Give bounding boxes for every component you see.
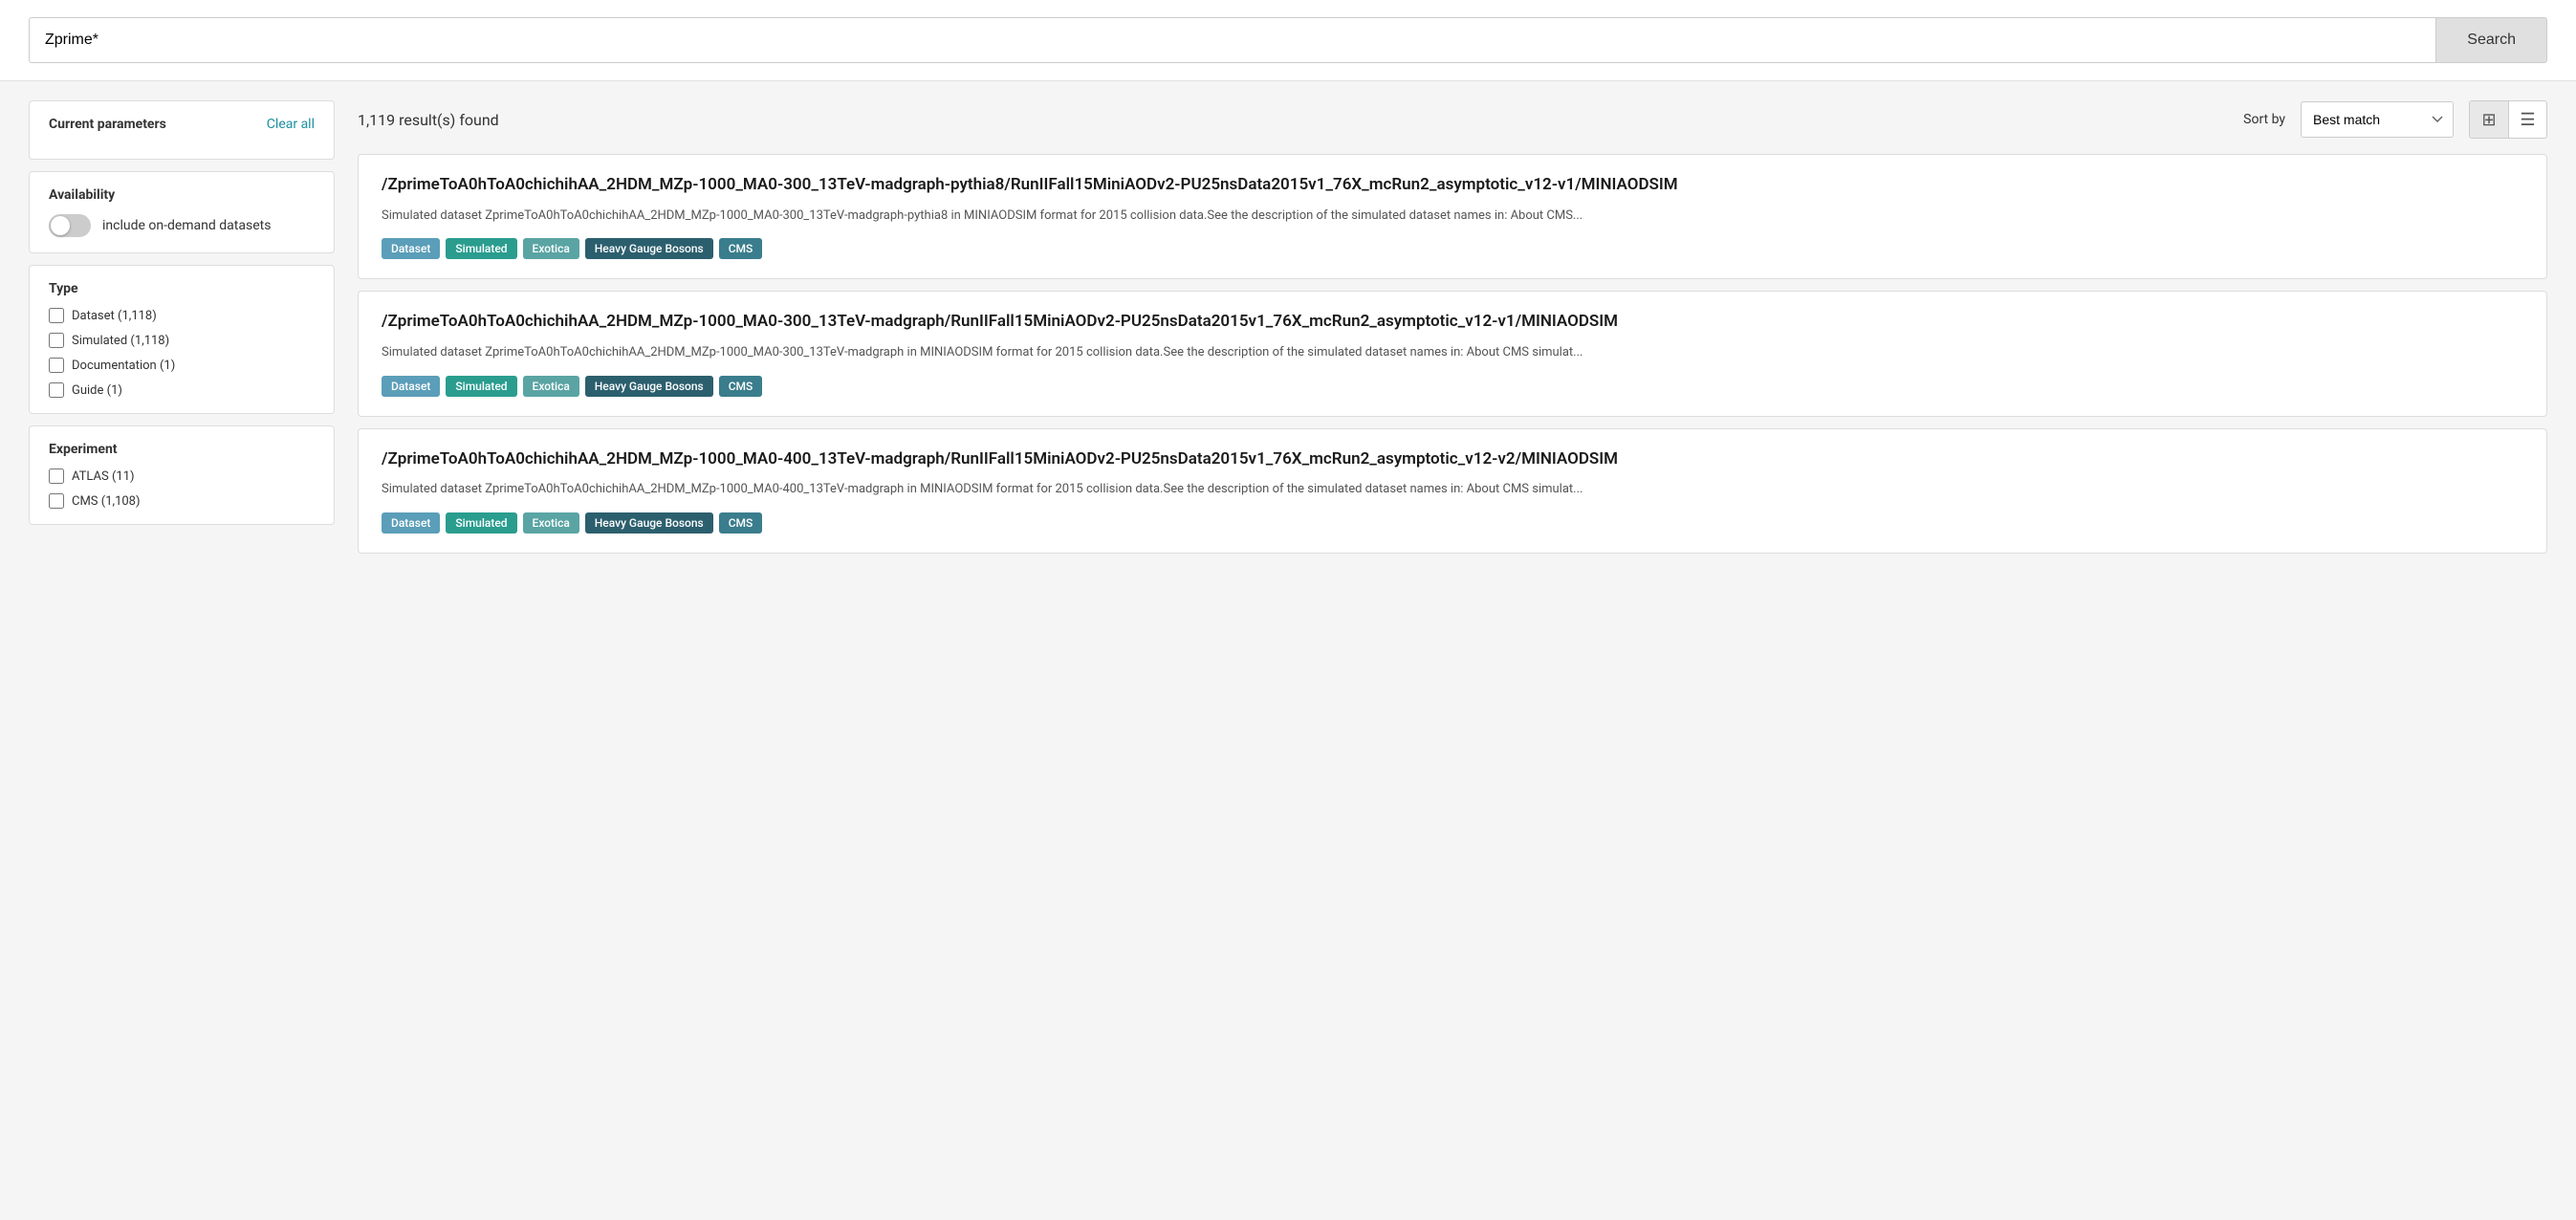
result-description: Simulated dataset ZprimeToA0hToA0chichih…: [382, 343, 2523, 362]
result-title[interactable]: /ZprimeToA0hToA0chichihAA_2HDM_MZp-1000_…: [382, 174, 2523, 197]
type-checkbox-row: Documentation (1): [49, 358, 315, 373]
search-bar-container: Zprime* Search: [0, 0, 2576, 81]
results-header: 1,119 result(s) found Sort by Best match…: [358, 100, 2547, 139]
availability-header: Availability: [49, 187, 315, 203]
result-card: /ZprimeToA0hToA0chichihAA_2HDM_MZp-1000_…: [358, 154, 2547, 279]
experiment-checkbox-label: ATLAS (11): [72, 469, 135, 484]
type-checkbox-label: Dataset (1,118): [72, 309, 157, 323]
content-area: 1,119 result(s) found Sort by Best match…: [358, 100, 2547, 565]
result-tag[interactable]: Dataset: [382, 512, 440, 534]
clear-all-link[interactable]: Clear all: [267, 117, 315, 132]
type-checkbox[interactable]: [49, 382, 64, 398]
experiment-checkbox[interactable]: [49, 468, 64, 484]
grid-icon: ⊞: [2481, 110, 2496, 130]
experiment-checkboxes: ATLAS (11) CMS (1,108): [49, 468, 315, 509]
result-tag[interactable]: CMS: [719, 376, 763, 397]
current-params-header: Current parameters Clear all: [49, 117, 315, 132]
result-tag[interactable]: Exotica: [523, 376, 579, 397]
result-description: Simulated dataset ZprimeToA0hToA0chichih…: [382, 480, 2523, 499]
type-checkboxes: Dataset (1,118) Simulated (1,118) Document…: [49, 308, 315, 398]
on-demand-toggle-row: include on-demand datasets: [49, 214, 315, 237]
availability-title: Availability: [49, 187, 115, 203]
search-button[interactable]: Search: [2435, 17, 2547, 63]
type-checkbox-row: Simulated (1,118): [49, 333, 315, 348]
current-params-title: Current parameters: [49, 117, 166, 132]
experiment-title: Experiment: [49, 442, 118, 457]
result-card: /ZprimeToA0hToA0chichihAA_2HDM_MZp-1000_…: [358, 428, 2547, 554]
results-list: /ZprimeToA0hToA0chichihAA_2HDM_MZp-1000_…: [358, 154, 2547, 554]
type-header: Type: [49, 281, 315, 296]
on-demand-label: include on-demand datasets: [102, 218, 271, 233]
type-checkbox[interactable]: [49, 333, 64, 348]
result-title[interactable]: /ZprimeToA0hToA0chichihAA_2HDM_MZp-1000_…: [382, 448, 2523, 471]
sort-label: Sort by: [2243, 112, 2285, 127]
result-tag[interactable]: CMS: [719, 238, 763, 259]
on-demand-toggle[interactable]: [49, 214, 91, 237]
result-tag[interactable]: Exotica: [523, 238, 579, 259]
availability-card: Availability include on-demand datasets: [29, 171, 335, 253]
experiment-card: Experiment ATLAS (11) CMS (1,108): [29, 425, 335, 525]
type-checkbox[interactable]: [49, 308, 64, 323]
experiment-checkbox-label: CMS (1,108): [72, 494, 141, 509]
result-tag[interactable]: Simulated: [446, 376, 516, 397]
main-layout: Current parameters Clear all Availabilit…: [0, 81, 2576, 584]
experiment-checkbox-row: ATLAS (11): [49, 468, 315, 484]
search-input[interactable]: Zprime*: [29, 17, 2435, 63]
result-description: Simulated dataset ZprimeToA0hToA0chichih…: [382, 207, 2523, 226]
type-checkbox-label: Documentation (1): [72, 359, 175, 373]
sort-select[interactable]: Best matchTitleDate: [2301, 101, 2454, 138]
result-tag[interactable]: Dataset: [382, 376, 440, 397]
type-checkbox-row: Guide (1): [49, 382, 315, 398]
toggle-slider: [49, 214, 91, 237]
list-icon: ☰: [2520, 110, 2535, 130]
experiment-checkbox-row: CMS (1,108): [49, 493, 315, 509]
result-tags: Dataset Simulated Exotica Heavy Gauge Boson…: [382, 376, 2523, 397]
result-tags: Dataset Simulated Exotica Heavy Gauge Boson…: [382, 512, 2523, 534]
sidebar: Current parameters Clear all Availabilit…: [29, 100, 335, 565]
result-tag[interactable]: CMS: [719, 512, 763, 534]
view-toggle-group: ⊞ ☰: [2469, 100, 2547, 139]
experiment-checkbox[interactable]: [49, 493, 64, 509]
type-checkbox[interactable]: [49, 358, 64, 373]
result-tag[interactable]: Heavy Gauge Bosons: [585, 376, 713, 397]
result-card: /ZprimeToA0hToA0chichihAA_2HDM_MZp-1000_…: [358, 291, 2547, 416]
result-tag[interactable]: Simulated: [446, 512, 516, 534]
grid-view-button[interactable]: ⊞: [2470, 101, 2508, 138]
experiment-header: Experiment: [49, 442, 315, 457]
result-tag[interactable]: Simulated: [446, 238, 516, 259]
result-tag[interactable]: Exotica: [523, 512, 579, 534]
result-tags: Dataset Simulated Exotica Heavy Gauge Boson…: [382, 238, 2523, 259]
current-params-card: Current parameters Clear all: [29, 100, 335, 160]
result-tag[interactable]: Dataset: [382, 238, 440, 259]
list-view-button[interactable]: ☰: [2508, 101, 2546, 138]
result-tag[interactable]: Heavy Gauge Bosons: [585, 512, 713, 534]
type-checkbox-label: Guide (1): [72, 383, 122, 398]
results-count: 1,119 result(s) found: [358, 111, 2228, 129]
type-checkbox-label: Simulated (1,118): [72, 334, 169, 348]
result-tag[interactable]: Heavy Gauge Bosons: [585, 238, 713, 259]
type-title: Type: [49, 281, 78, 296]
type-card: Type Dataset (1,118) Simulated (1,118) Doc…: [29, 265, 335, 414]
type-checkbox-row: Dataset (1,118): [49, 308, 315, 323]
result-title[interactable]: /ZprimeToA0hToA0chichihAA_2HDM_MZp-1000_…: [382, 311, 2523, 334]
